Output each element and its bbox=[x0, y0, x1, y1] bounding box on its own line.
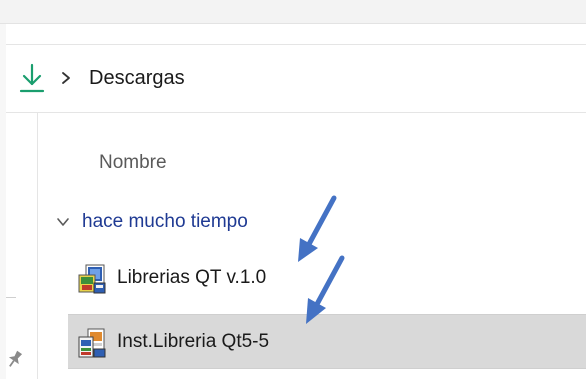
file-row-selected[interactable]: Inst.Libreria Qt5-5 bbox=[68, 314, 586, 369]
installer-icon bbox=[78, 328, 106, 358]
window-top-strip bbox=[0, 0, 586, 24]
column-header-nombre[interactable]: Nombre bbox=[99, 150, 167, 176]
pin-icon[interactable] bbox=[4, 348, 26, 370]
chevron-right-icon[interactable] bbox=[60, 70, 72, 86]
group-header-label[interactable]: hace mucho tiempo bbox=[82, 209, 248, 235]
navigation-pane-separator bbox=[6, 297, 16, 298]
chevron-down-icon[interactable] bbox=[56, 216, 70, 228]
download-icon[interactable] bbox=[18, 62, 46, 94]
breadcrumb-item-descargas[interactable]: Descargas bbox=[89, 64, 185, 92]
file-name: Librerias QT v.1.0 bbox=[117, 267, 267, 288]
installer-icon bbox=[78, 264, 106, 294]
pane-divider[interactable] bbox=[37, 113, 38, 379]
file-name: Inst.Libreria Qt5-5 bbox=[117, 331, 270, 352]
file-row[interactable]: Librerias QT v.1.0 bbox=[68, 251, 586, 306]
